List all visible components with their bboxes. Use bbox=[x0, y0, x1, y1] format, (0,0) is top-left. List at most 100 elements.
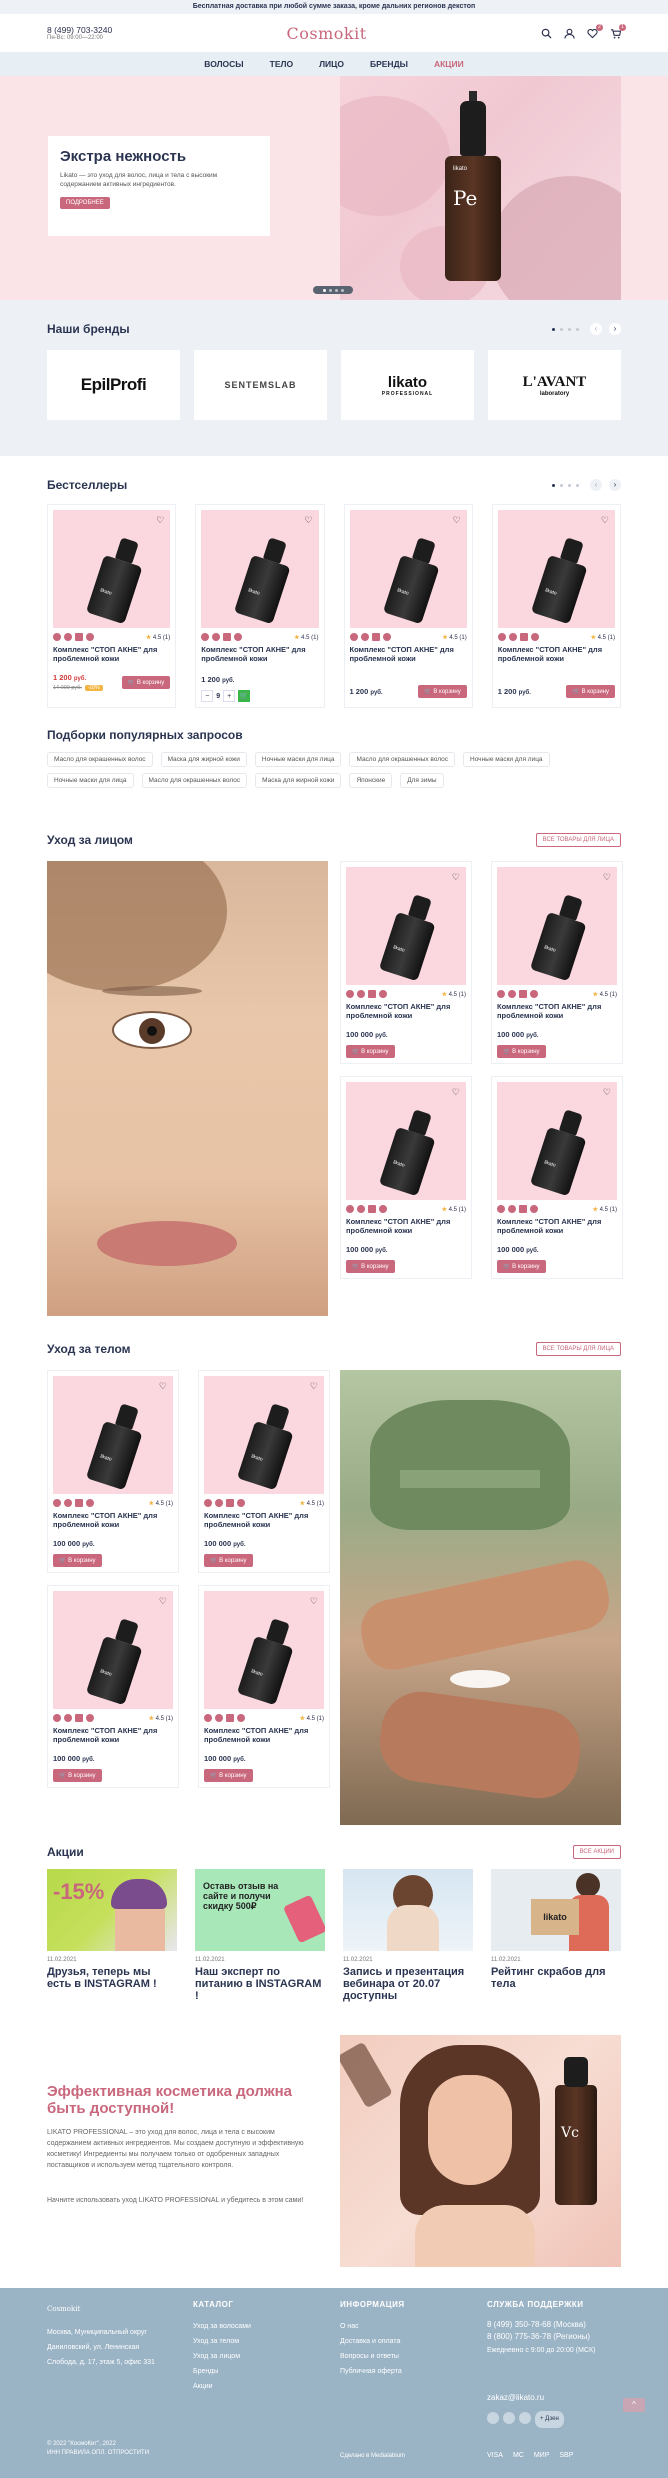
heart-icon[interactable]: ♡ bbox=[159, 1381, 167, 1392]
heart-icon[interactable]: ♡ bbox=[603, 872, 611, 883]
in-cart-check-icon[interactable]: 🛒 bbox=[238, 690, 251, 702]
policy-link[interactable]: ИНН ПРАВИЛА ОПЛ. ОТПРОСТИТИ bbox=[47, 2449, 149, 2458]
brand-likato[interactable]: likato PROFESSIONAL bbox=[341, 350, 474, 420]
heart-icon[interactable]: ♡ bbox=[453, 515, 461, 526]
heart-icon[interactable]: ♡ bbox=[452, 1087, 460, 1098]
footer-link[interactable]: Уход за волосами bbox=[193, 2319, 251, 2334]
prev-arrow-icon[interactable]: ‹ bbox=[590, 479, 602, 491]
add-to-cart-button[interactable]: 🛒 В корзину bbox=[204, 1769, 253, 1782]
promo-title[interactable]: Запись и презентация вебинара от 20.07 д… bbox=[343, 1966, 473, 2002]
hero-more-button[interactable]: ПОДРОБНЕЕ bbox=[60, 197, 110, 209]
nav-item-body[interactable]: ТЕЛО bbox=[270, 59, 293, 69]
telegram-icon[interactable] bbox=[503, 2412, 515, 2425]
query-chip[interactable]: Маска для жирной кожи bbox=[255, 773, 342, 788]
product-name[interactable]: Комплекс "СТОП АКНЕ" для проблемной кожи bbox=[53, 645, 170, 665]
prev-arrow-icon[interactable]: ‹ bbox=[590, 323, 602, 335]
body-all-button[interactable]: ВСЕ ТОВАРЫ ДЛЯ ЛИЦА bbox=[535, 1342, 621, 1356]
add-to-cart-button[interactable]: 🛒 В корзину bbox=[53, 1769, 102, 1782]
product-card[interactable]: ♡ likato ★ 4.5 (1) Комплекс "СТОП АКНЕ" для… bbox=[340, 861, 472, 1064]
face-all-button[interactable]: ВСЕ ТОВАРЫ ДЛЯ ЛИЦА bbox=[535, 833, 621, 847]
support-phone[interactable]: 8 (800) 775-36-78 (Регионы) bbox=[487, 2331, 637, 2343]
promo-title[interactable]: Рейтинг скрабов для тела bbox=[491, 1966, 621, 1990]
query-chip[interactable]: Масло для окрашенных волос bbox=[349, 752, 456, 767]
footer-link[interactable]: О нас bbox=[340, 2319, 405, 2334]
plus-button[interactable]: + bbox=[223, 690, 236, 702]
promos-all-button[interactable]: ВСЕ АКЦИИ bbox=[572, 1845, 621, 1859]
minus-button[interactable]: − bbox=[201, 690, 214, 702]
add-to-cart-button[interactable]: 🛒 В корзину bbox=[121, 675, 171, 689]
product-card[interactable]: ♡ likato ★ 4.5 (1) Комплекс "СТОП АКНЕ" для… bbox=[198, 1370, 330, 1573]
footer-link[interactable]: Публичная оферта bbox=[340, 2364, 405, 2379]
product-name[interactable]: Комплекс "СТОП АКНЕ" для проблемной кожи bbox=[346, 1002, 466, 1022]
heart-icon[interactable]: ♡ bbox=[601, 515, 609, 526]
promo-card[interactable]: likato 11.02.2021 Рейтинг скрабов для те… bbox=[491, 1869, 621, 2002]
brand-epilprofi[interactable]: EpilProfi bbox=[47, 350, 180, 420]
nav-item-hair[interactable]: ВОЛОСЫ bbox=[204, 59, 243, 69]
nav-item-face[interactable]: ЛИЦО bbox=[319, 59, 344, 69]
product-card[interactable]: ♡ likato ★ 4.5 (1) Комплекс "СТОП АКНЕ" для… bbox=[340, 1076, 472, 1279]
brand-lavant[interactable]: L'AVANT laboratory bbox=[488, 350, 621, 420]
developer-credit[interactable]: Сделано в Medialabium bbox=[340, 2452, 405, 2461]
next-arrow-icon[interactable]: › bbox=[609, 323, 621, 335]
product-name[interactable]: Комплекс "СТОП АКНЕ" для проблемной кожи bbox=[204, 1511, 324, 1531]
heart-icon[interactable]: ♡ bbox=[304, 515, 312, 526]
query-chip[interactable]: Маска для жирной кожи bbox=[160, 752, 247, 767]
cart-icon[interactable]: 1 bbox=[610, 23, 626, 39]
product-name[interactable]: Комплекс "СТОП АКНЕ" для проблемной кожи bbox=[350, 645, 467, 665]
add-to-cart-button[interactable]: 🛒 В корзину bbox=[566, 685, 615, 698]
product-card[interactable]: ♡ likato ★ 4.5 (1) Комплекс "СТОП АКНЕ" д… bbox=[343, 504, 473, 708]
next-arrow-icon[interactable]: › bbox=[609, 479, 621, 491]
promo-title[interactable]: Друзья, теперь мы есть в INSTAGRAM ! bbox=[47, 1966, 177, 1990]
product-card[interactable]: ♡ likato ★ 4.5 (1) Комплекс "СТОП АКНЕ" д… bbox=[491, 504, 621, 708]
footer-link[interactable]: Бренды bbox=[193, 2364, 251, 2379]
product-name[interactable]: Комплекс "СТОП АКНЕ" для проблемной кожи bbox=[346, 1217, 466, 1237]
query-chip[interactable]: Масло для окрашенных волос bbox=[47, 752, 153, 767]
query-chip[interactable]: Японские bbox=[349, 773, 393, 788]
product-name[interactable]: Комплекс "СТОП АКНЕ" для проблемной кожи bbox=[497, 1002, 617, 1022]
heart-icon[interactable]: ♡ bbox=[159, 1596, 167, 1607]
query-chip[interactable]: Ночные маски для лица bbox=[463, 752, 550, 767]
query-chip[interactable]: Масло для окрашенных волос bbox=[141, 773, 248, 788]
query-chip[interactable]: Ночные маски для лица bbox=[47, 773, 134, 788]
vk-icon[interactable] bbox=[487, 2412, 499, 2425]
product-name[interactable]: Комплекс "СТОП АКНЕ" для проблемной кожи bbox=[201, 645, 318, 665]
hero-pagination[interactable] bbox=[313, 286, 353, 294]
product-card[interactable]: ♡ likato ★ 4.5 (1) Комплекс "СТОП АКНЕ" д… bbox=[195, 504, 325, 708]
heart-icon[interactable]: ♡ bbox=[310, 1596, 318, 1607]
product-name[interactable]: Комплекс "СТОП АКНЕ" для проблемной кожи bbox=[53, 1511, 173, 1531]
product-name[interactable]: Комплекс "СТОП АКНЕ" для проблемной кожи bbox=[204, 1726, 324, 1746]
whatsapp-icon[interactable] bbox=[519, 2412, 531, 2425]
scroll-top-button[interactable]: ^ bbox=[623, 2398, 645, 2412]
add-to-cart-button[interactable]: 🛒 В корзину bbox=[346, 1260, 395, 1273]
add-to-cart-button[interactable]: 🛒 В корзину bbox=[418, 685, 467, 698]
query-chip[interactable]: Ночные маски для лица bbox=[254, 752, 342, 767]
nav-item-sale[interactable]: АКЦИИ bbox=[434, 59, 464, 69]
product-name[interactable]: Комплекс "СТОП АКНЕ" для проблемной кожи bbox=[497, 1217, 617, 1237]
add-to-cart-button[interactable]: 🛒 В корзину bbox=[53, 1554, 102, 1567]
heart-icon[interactable]: ♡ bbox=[310, 1381, 318, 1392]
add-to-cart-button[interactable]: 🛒 В корзину bbox=[346, 1045, 395, 1058]
dzen-button[interactable]: + Дзен bbox=[535, 2411, 564, 2428]
search-icon[interactable] bbox=[541, 28, 552, 39]
product-card[interactable]: ♡ likato ★ 4.5 (1) Комплекс "СТОП АКНЕ" для… bbox=[491, 1076, 623, 1279]
support-email[interactable]: zakaz@likato.ru bbox=[487, 2390, 637, 2405]
nav-item-brands[interactable]: БРЕНДЫ bbox=[370, 59, 408, 69]
header-phone[interactable]: 8 (499) 703-3240 bbox=[47, 25, 112, 35]
footer-link[interactable]: Акции bbox=[193, 2379, 251, 2394]
support-phone[interactable]: 8 (499) 350-78-68 (Москва) bbox=[487, 2319, 637, 2331]
promo-title[interactable]: Наш эксперт по питанию в INSTAGRAM ! bbox=[195, 1966, 325, 2002]
product-name[interactable]: Комплекс "СТОП АКНЕ" для проблемной кожи bbox=[498, 645, 615, 665]
heart-icon[interactable]: ♡ bbox=[452, 872, 460, 883]
product-card[interactable]: ♡ likato ★ 4.5 (1) Комплекс "СТОП АКНЕ" для… bbox=[491, 861, 623, 1064]
user-icon[interactable] bbox=[564, 28, 575, 39]
footer-link[interactable]: Уход за телом bbox=[193, 2334, 251, 2349]
product-card[interactable]: ♡ likato ★ 4.5 (1) Комплекс "СТОП АКНЕ" для… bbox=[198, 1585, 330, 1788]
product-card[interactable]: ♡ likato ★ 4.5 (1) Комплекс "СТОП АКНЕ" для… bbox=[47, 1585, 179, 1788]
add-to-cart-button[interactable]: 🛒 В корзину bbox=[497, 1260, 546, 1273]
footer-link[interactable]: Вопросы и ответы bbox=[340, 2349, 405, 2364]
promo-card[interactable]: 11.02.2021 Запись и презентация вебинара… bbox=[343, 1869, 473, 2002]
quantity-stepper[interactable]: −9 + 🛒 bbox=[201, 690, 318, 702]
promo-card[interactable]: -15% 11.02.2021 Друзья, теперь мы есть в… bbox=[47, 1869, 177, 2002]
heart-icon[interactable]: ♡ bbox=[156, 515, 164, 526]
product-card[interactable]: ♡ likato ★ 4.5 (1) Комплекс "СТОП АКНЕ" д… bbox=[47, 504, 177, 708]
